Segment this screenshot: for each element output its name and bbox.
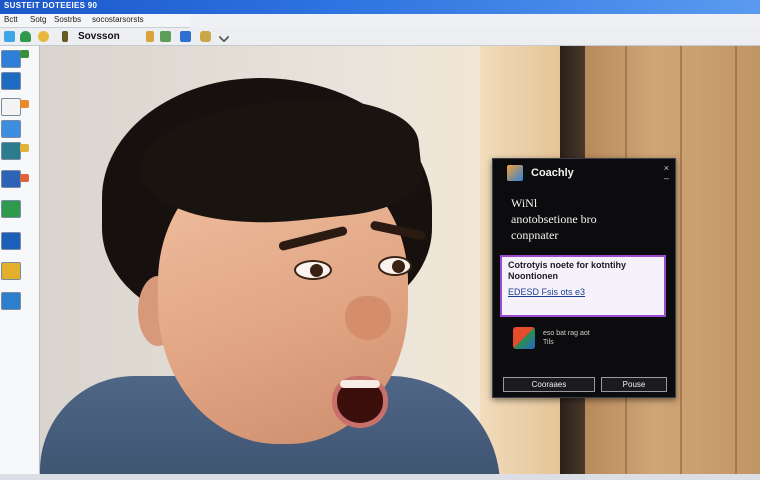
sidebar-app-icon-7[interactable] <box>1 200 21 218</box>
status-bar <box>0 474 760 480</box>
mail-icon[interactable] <box>200 31 211 42</box>
sidebar-app-icon-1[interactable] <box>1 50 21 68</box>
document-icon[interactable] <box>180 31 191 42</box>
security-shield-icon <box>513 327 535 349</box>
dialog-message-text: Cotrotyis noete for kotntihy Noontionen <box>508 260 666 282</box>
toolbar: Sovsson <box>0 28 760 46</box>
sidebar-badge-icon-5 <box>20 144 29 152</box>
sidebar-badge-icon-3 <box>20 100 29 108</box>
minimize-icon[interactable]: – <box>664 173 669 183</box>
sidebar-badge-icon-6 <box>20 174 29 182</box>
home-icon[interactable] <box>20 31 31 42</box>
sidebar-app-icon-2[interactable] <box>1 72 21 90</box>
dialog-security-note: eso bat rag aot Tils <box>543 329 653 347</box>
person-teeth <box>340 380 380 388</box>
person-right-iris <box>392 260 405 273</box>
menu-item-1[interactable]: Bctt <box>4 15 18 24</box>
folder-icon[interactable] <box>38 31 49 42</box>
person-nose <box>345 296 391 340</box>
sidebar-badge-icon-1 <box>20 50 29 58</box>
sidebar-app-icon-8[interactable] <box>1 232 21 250</box>
menu-item-4[interactable]: socostarsorsts <box>92 15 144 24</box>
sidebar-app-icon-9[interactable] <box>1 262 21 280</box>
sidebar-app-icon-3[interactable] <box>1 98 21 116</box>
close-icon[interactable]: × <box>664 163 669 173</box>
left-sidebar <box>0 46 40 480</box>
menu-item-2[interactable]: Sotg <box>30 15 46 24</box>
dialog-title: Coachly <box>531 167 574 179</box>
dialog-message-box: Cotrotyis noete for kotntihy Noontionen … <box>500 255 666 317</box>
dialog-message-line-1: Cotrotyis noete for kotntihy <box>508 260 627 270</box>
dialog-security-note-line-2: Tils <box>543 339 554 346</box>
toolbar-label: Sovsson <box>78 31 120 42</box>
sidebar-app-icon-5[interactable] <box>1 142 21 160</box>
sidebar-app-icon-10[interactable] <box>1 292 21 310</box>
tag-icon[interactable] <box>160 31 171 42</box>
dialog-message-line-2: Noontionen <box>508 271 558 281</box>
lock-icon[interactable] <box>146 31 154 42</box>
dialog-heading-line-2: anotobsetione bro <box>511 212 597 226</box>
window-title: SUSTEIT DOTEEIES 90 <box>4 1 98 10</box>
person-left-iris <box>310 264 323 277</box>
chevron-down-icon[interactable] <box>218 31 230 43</box>
dialog-security-note-line-1: eso bat rag aot <box>543 330 590 337</box>
sidebar-app-icon-6[interactable] <box>1 170 21 188</box>
browser-icon[interactable] <box>4 31 15 42</box>
person-left-eye <box>294 260 332 280</box>
door-plank <box>680 46 682 474</box>
menu-bar: Bctt Sotg Sostrbs socostarsorsts <box>0 14 190 28</box>
bookmark-icon[interactable] <box>62 31 68 42</box>
dialog-heading-line-3: conpnater <box>511 228 559 242</box>
door-plank <box>735 46 737 474</box>
app-window: SUSTEIT DOTEEIES 90 Bctt Sotg Sostrbs so… <box>0 0 760 480</box>
person-right-eye <box>378 256 412 276</box>
dialog-right-button[interactable]: Pouse <box>601 377 667 392</box>
title-bar[interactable]: SUSTEIT DOTEEIES 90 <box>0 0 760 14</box>
popup-dialog: Coachly × – WiNl anotobsetione bro conpn… <box>492 158 676 398</box>
dialog-heading-line-1: WiNl <box>511 196 538 210</box>
menu-item-3[interactable]: Sostrbs <box>54 15 81 24</box>
sidebar-app-icon-4[interactable] <box>1 120 21 138</box>
app-logo-icon <box>507 165 523 181</box>
dialog-heading: WiNl anotobsetione bro conpnater <box>511 195 671 243</box>
dialog-left-button[interactable]: Cooraaes <box>503 377 595 392</box>
dialog-link-field[interactable]: EDESD Fsis ots e3 <box>508 286 628 298</box>
